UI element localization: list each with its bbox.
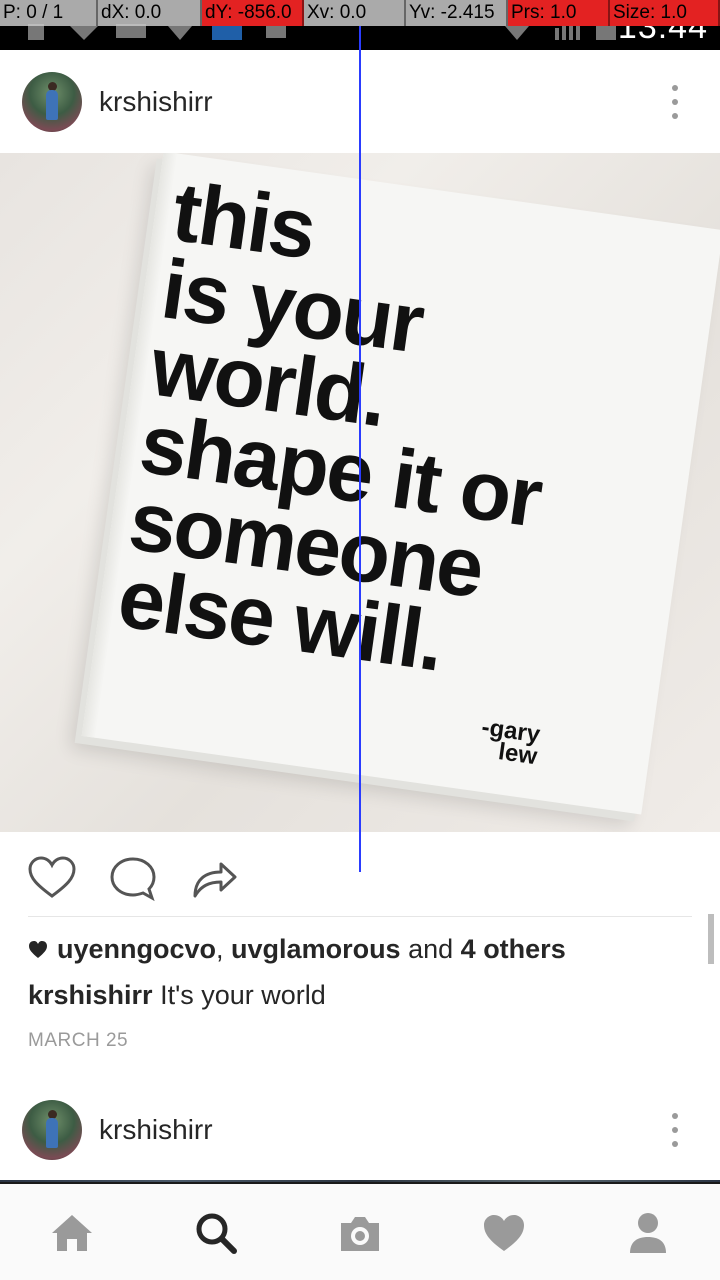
quote-author-line-2: lew [496,738,539,771]
debug-prs: Prs: 1.0 [508,0,610,26]
pointer-debug-overlay: P: 0 / 1 dX: 0.0 dY: -856.0 Xv: 0.0 Yv: … [0,0,720,26]
avatar[interactable] [22,72,82,132]
debug-xv: Xv: 0.0 [304,0,406,26]
post-actions [0,840,720,914]
heart-icon[interactable] [479,1208,529,1258]
debug-dy: dY: -856.0 [202,0,304,26]
like-heart-icon[interactable] [27,854,77,904]
share-arrow-icon[interactable] [189,854,239,904]
profile-icon[interactable] [623,1208,673,1258]
comment-bubble-icon[interactable] [108,854,158,904]
search-icon[interactable] [191,1208,241,1258]
post-username[interactable]: krshishirr [99,86,213,118]
debug-dx: dX: 0.0 [98,0,202,26]
book-photo: this is your world. shape it or someone … [81,153,720,815]
post-date: MARCH 25 [28,1030,129,1051]
next-post-more-options-icon[interactable] [670,1113,680,1147]
likes-and-text: and [408,934,454,964]
likes-line: uyenngocvo, uvglamorous and 4 others [28,934,566,965]
scrollbar-thumb[interactable] [708,914,714,964]
caption-text: It's your world [160,980,326,1010]
liker-1[interactable]: uyenngocvo [57,934,216,965]
debug-p: P: 0 / 1 [0,0,98,26]
likes-comma: , [216,934,232,964]
quote-text: this is your world. shape it or someone … [113,164,578,691]
likes-heart-icon [29,940,47,958]
pointer-trace-line [359,26,361,872]
caption: krshishirr It's your world [28,980,326,1011]
next-post-header: krshishirr [0,1078,720,1182]
home-icon[interactable] [47,1208,97,1258]
likes-others-link[interactable]: 4 others [461,934,566,965]
likes-spacer-1 [401,934,409,965]
next-post-username[interactable]: krshishirr [99,1114,213,1146]
debug-yv: Yv: -2.415 [406,0,508,26]
camera-icon[interactable] [335,1208,385,1258]
liker-2[interactable]: uvglamorous [231,934,401,965]
next-post-avatar[interactable] [22,1100,82,1160]
quote-author: -gary lew [477,714,542,771]
more-options-icon[interactable] [670,85,680,119]
likes-spacer-2 [453,934,461,965]
bottom-nav [0,1182,720,1280]
debug-size: Size: 1.0 [610,0,720,26]
actions-divider [28,916,692,917]
caption-username[interactable]: krshishirr [28,980,153,1010]
